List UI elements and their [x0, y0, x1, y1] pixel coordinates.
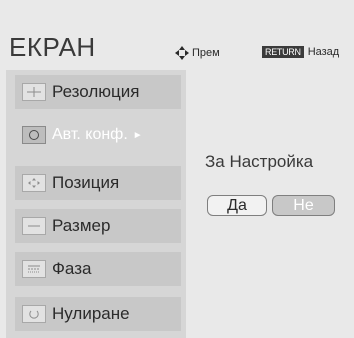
move-hint-label: Прем — [192, 47, 220, 59]
no-button[interactable]: Не — [272, 195, 335, 216]
reset-icon — [22, 305, 46, 323]
auto-config-icon — [22, 126, 46, 144]
osd-header: ЕКРАН Прем RETURN Назад — [0, 0, 354, 64]
screen-title: ЕКРАН — [9, 32, 96, 62]
size-icon — [22, 217, 46, 235]
menu-item-label: Резолюция — [52, 82, 140, 101]
move-arrows-icon — [175, 46, 189, 60]
menu-item-resolution[interactable]: Резолюция — [15, 75, 181, 109]
menu-item-reset[interactable]: Нулиране — [15, 297, 181, 331]
position-icon — [22, 174, 46, 192]
menu-item-label: Авт. конф. — [52, 126, 128, 143]
menu-item-label: Нулиране — [52, 304, 130, 323]
menu-item-position[interactable]: Позиция — [15, 166, 181, 200]
adjust-prompt: За Настройка — [205, 152, 314, 171]
return-key-icon: RETURN — [262, 46, 304, 58]
menu-item-phase[interactable]: Фаза — [15, 252, 181, 286]
move-hint: Прем — [175, 46, 220, 60]
auto-config-panel: За Настройка Да Не — [186, 70, 354, 338]
menu-item-size[interactable]: Размер — [15, 209, 181, 243]
return-hint-label: Назад — [307, 46, 340, 58]
yes-button[interactable]: Да — [207, 195, 267, 216]
menu-item-label: Позиция — [52, 173, 120, 192]
resolution-icon — [22, 83, 46, 101]
phase-icon — [22, 260, 46, 278]
screen-menu: Резолюция Авт. конф. ► Позиция Размер Фа… — [6, 70, 186, 338]
menu-item-label: Размер — [52, 216, 111, 235]
active-arrow-icon: ► — [132, 129, 143, 141]
return-hint: RETURN Назад — [262, 46, 339, 58]
menu-item-label: Фаза — [52, 259, 92, 278]
menu-item-auto-config[interactable]: Авт. конф. ► — [15, 118, 181, 152]
